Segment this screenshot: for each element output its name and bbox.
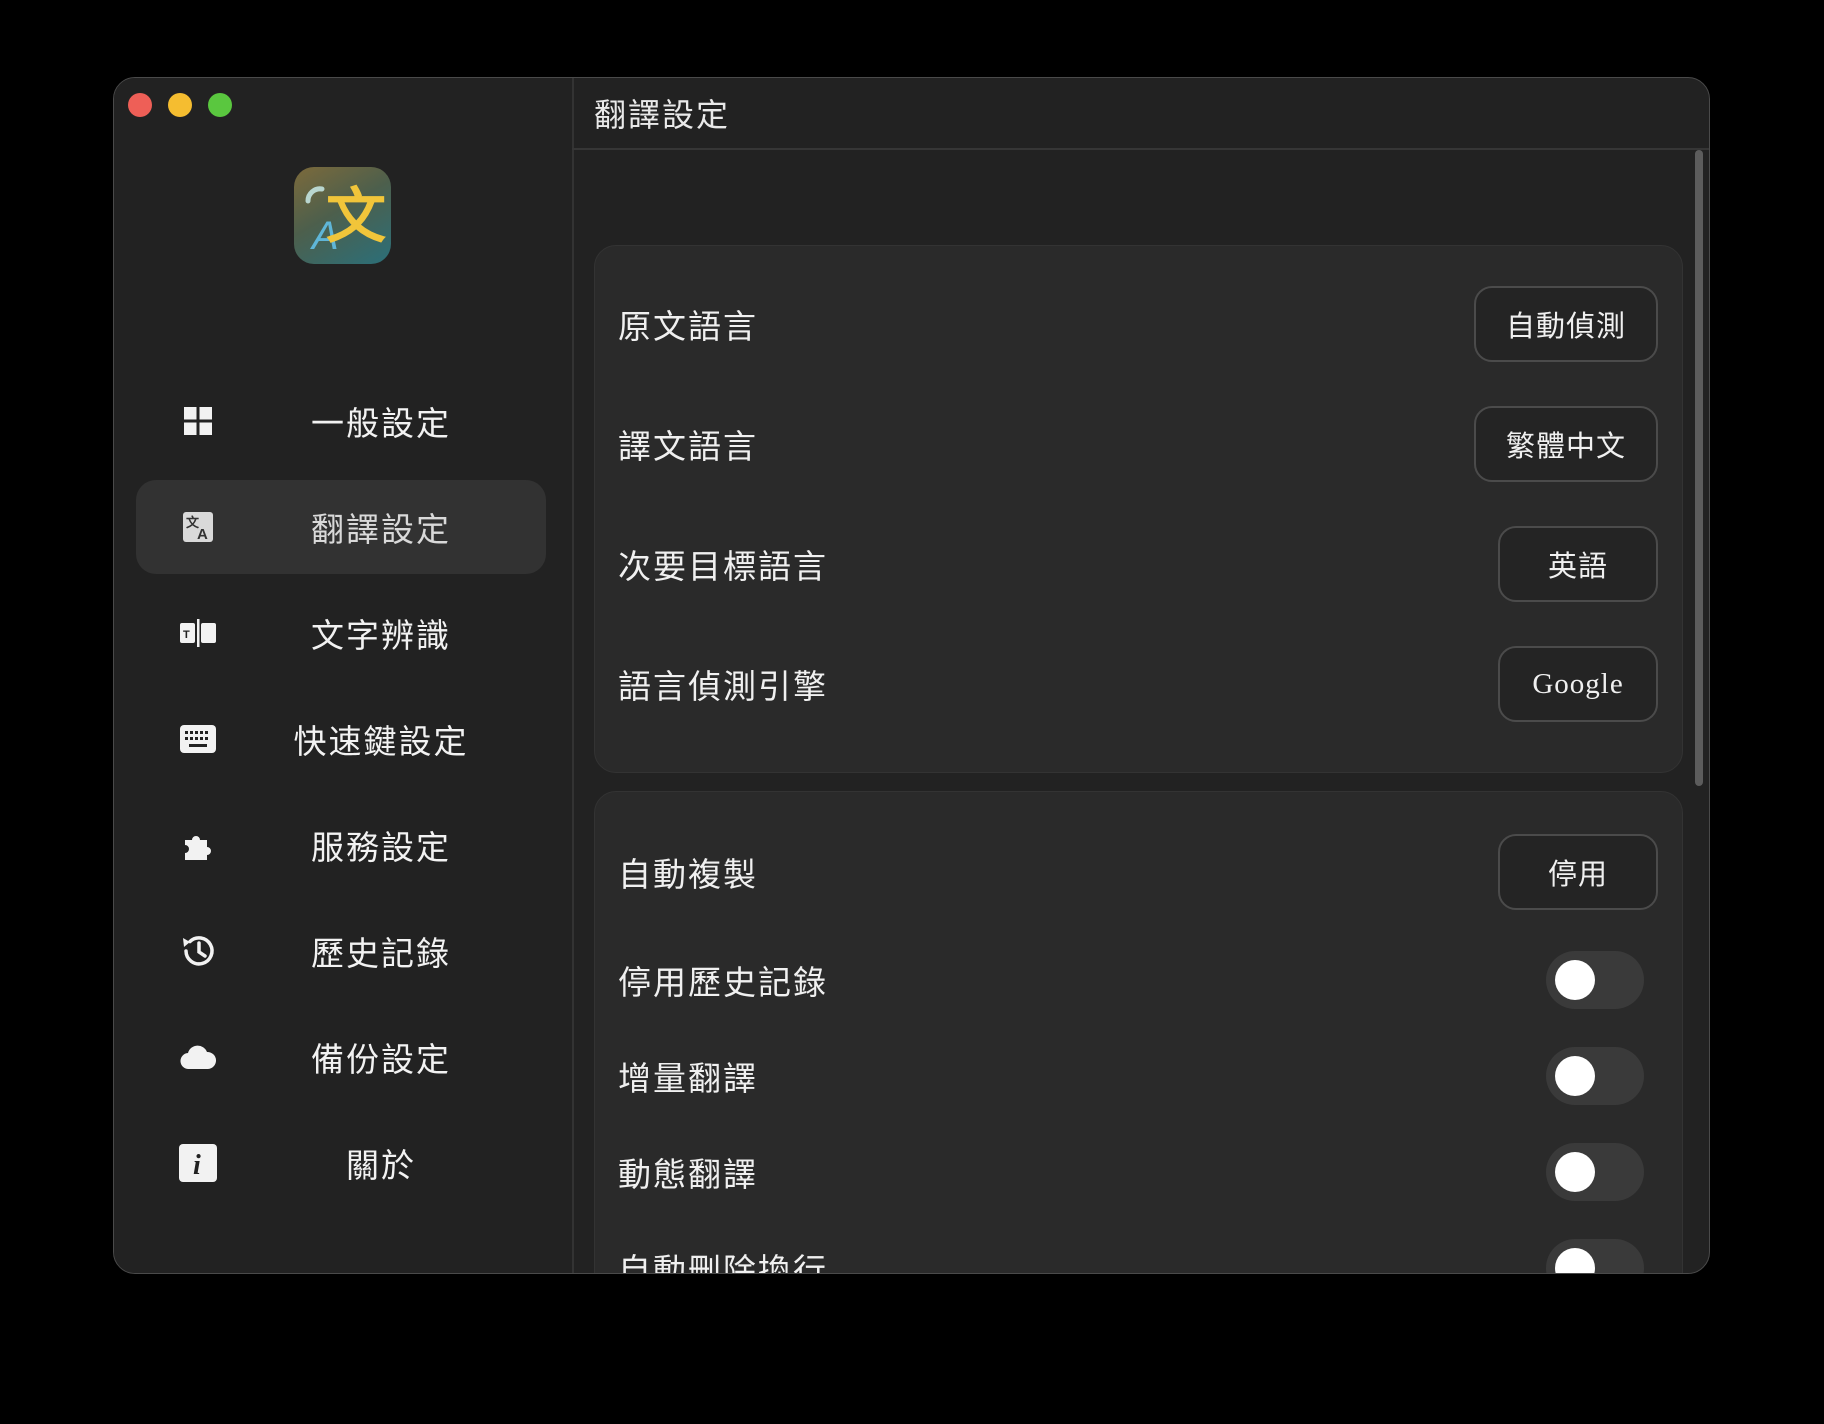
- sidebar-item-translation[interactable]: 文 A 翻譯設定: [136, 480, 546, 574]
- sidebar-item-label: 歷史記錄: [311, 937, 451, 973]
- sidebar-item-label: 一般設定: [311, 407, 451, 443]
- secondary-target-language-row: 次要目標語言 英語: [618, 526, 1658, 602]
- disable-history-row: 停用歷史記錄: [618, 951, 1658, 1009]
- app-window: A 文 一般設定 文 A 翻譯設定 T 文字辨識 快速鍵設定 服務設定 歷史記錄…: [113, 77, 1710, 1274]
- app-logo: A 文: [294, 167, 391, 264]
- sidebar-item-label: 翻譯設定: [311, 513, 451, 549]
- incremental-translate-row: 增量翻譯: [618, 1047, 1658, 1105]
- toggle-knob: [1555, 1056, 1595, 1096]
- cloud-icon: [178, 1037, 218, 1077]
- sidebar-item-history[interactable]: 歷史記錄: [136, 904, 546, 998]
- language-settings-card: 原文語言 自動偵測 譯文語言 繁體中文 次要目標語言 英語 語言偵測引擎 Goo…: [594, 245, 1683, 773]
- disable-history-toggle[interactable]: [1546, 951, 1644, 1009]
- incremental-translate-label: 增量翻譯: [618, 1062, 758, 1098]
- source-language-select[interactable]: 自動偵測: [1474, 286, 1658, 362]
- page-title: 翻譯設定: [572, 78, 1709, 150]
- settings-content: 翻譯設定 原文語言 自動偵測 譯文語言 繁體中文 次要目標語言 英語 語言偵測引…: [572, 78, 1709, 1273]
- svg-text:T: T: [183, 629, 190, 641]
- auto-remove-newline-row: 自動刪除換行: [618, 1239, 1658, 1273]
- zoom-window-button[interactable]: [208, 93, 232, 117]
- source-language-row: 原文語言 自動偵測: [618, 286, 1658, 362]
- sidebar-item-label: 關於: [346, 1149, 416, 1185]
- target-language-select[interactable]: 繁體中文: [1474, 406, 1658, 482]
- translate-icon: 文 A: [178, 507, 218, 547]
- detection-engine-label: 語言偵測引擎: [618, 670, 828, 706]
- secondary-target-language-select[interactable]: 英語: [1498, 526, 1658, 602]
- sidebar: A 文 一般設定 文 A 翻譯設定 T 文字辨識 快速鍵設定 服務設定 歷史記錄…: [114, 78, 574, 1273]
- toggle-knob: [1555, 960, 1595, 1000]
- history-icon: [178, 931, 218, 971]
- dynamic-translate-toggle[interactable]: [1546, 1143, 1644, 1201]
- target-language-label: 譯文語言: [618, 430, 758, 466]
- ocr-icon: T: [178, 613, 218, 653]
- sidebar-item-shortcuts[interactable]: 快速鍵設定: [136, 692, 546, 786]
- sidebar-item-label: 文字辨識: [311, 619, 451, 655]
- svg-text:i: i: [193, 1150, 201, 1181]
- settings-scroll-area[interactable]: 原文語言 自動偵測 譯文語言 繁體中文 次要目標語言 英語 語言偵測引擎 Goo…: [572, 150, 1709, 1273]
- sidebar-item-general[interactable]: 一般設定: [136, 374, 546, 468]
- window-controls: [128, 93, 232, 117]
- sidebar-nav: 一般設定 文 A 翻譯設定 T 文字辨識 快速鍵設定 服務設定 歷史記錄 備份設…: [136, 374, 546, 1222]
- source-language-label: 原文語言: [618, 310, 758, 346]
- sidebar-item-services[interactable]: 服務設定: [136, 798, 546, 892]
- auto-copy-row: 自動複製 停用: [618, 834, 1658, 910]
- toggle-knob: [1555, 1248, 1595, 1273]
- sidebar-item-about[interactable]: i 關於: [136, 1116, 546, 1210]
- disable-history-label: 停用歷史記錄: [618, 966, 828, 1002]
- minimize-window-button[interactable]: [168, 93, 192, 117]
- incremental-translate-toggle[interactable]: [1546, 1047, 1644, 1105]
- auto-remove-newline-label: 自動刪除換行: [618, 1254, 828, 1273]
- sidebar-item-backup[interactable]: 備份設定: [136, 1010, 546, 1104]
- target-language-row: 譯文語言 繁體中文: [618, 406, 1658, 482]
- sidebar-item-label: 服務設定: [311, 831, 451, 867]
- svg-text:文: 文: [326, 182, 386, 252]
- close-window-button[interactable]: [128, 93, 152, 117]
- grid-icon: [178, 401, 218, 441]
- sidebar-item-label: 快速鍵設定: [293, 725, 469, 761]
- sidebar-item-ocr[interactable]: T 文字辨識: [136, 586, 546, 680]
- svg-text:A: A: [197, 526, 208, 543]
- scrollbar-thumb[interactable]: [1695, 150, 1703, 786]
- keyboard-icon: [178, 719, 218, 759]
- auto-remove-newline-toggle[interactable]: [1546, 1239, 1644, 1273]
- puzzle-icon: [178, 825, 218, 865]
- secondary-target-language-label: 次要目標語言: [618, 550, 828, 586]
- auto-copy-select[interactable]: 停用: [1498, 834, 1658, 910]
- translation-options-card: 自動複製 停用 停用歷史記錄 增量翻譯 動態翻譯 自動刪除換行: [594, 791, 1683, 1273]
- dynamic-translate-row: 動態翻譯: [618, 1143, 1658, 1201]
- auto-copy-label: 自動複製: [618, 858, 758, 894]
- dynamic-translate-label: 動態翻譯: [618, 1158, 758, 1194]
- info-icon: i: [178, 1143, 218, 1183]
- sidebar-item-label: 備份設定: [311, 1043, 451, 1079]
- toggle-knob: [1555, 1152, 1595, 1192]
- detection-engine-row: 語言偵測引擎 Google: [618, 646, 1658, 722]
- detection-engine-select[interactable]: Google: [1498, 646, 1658, 722]
